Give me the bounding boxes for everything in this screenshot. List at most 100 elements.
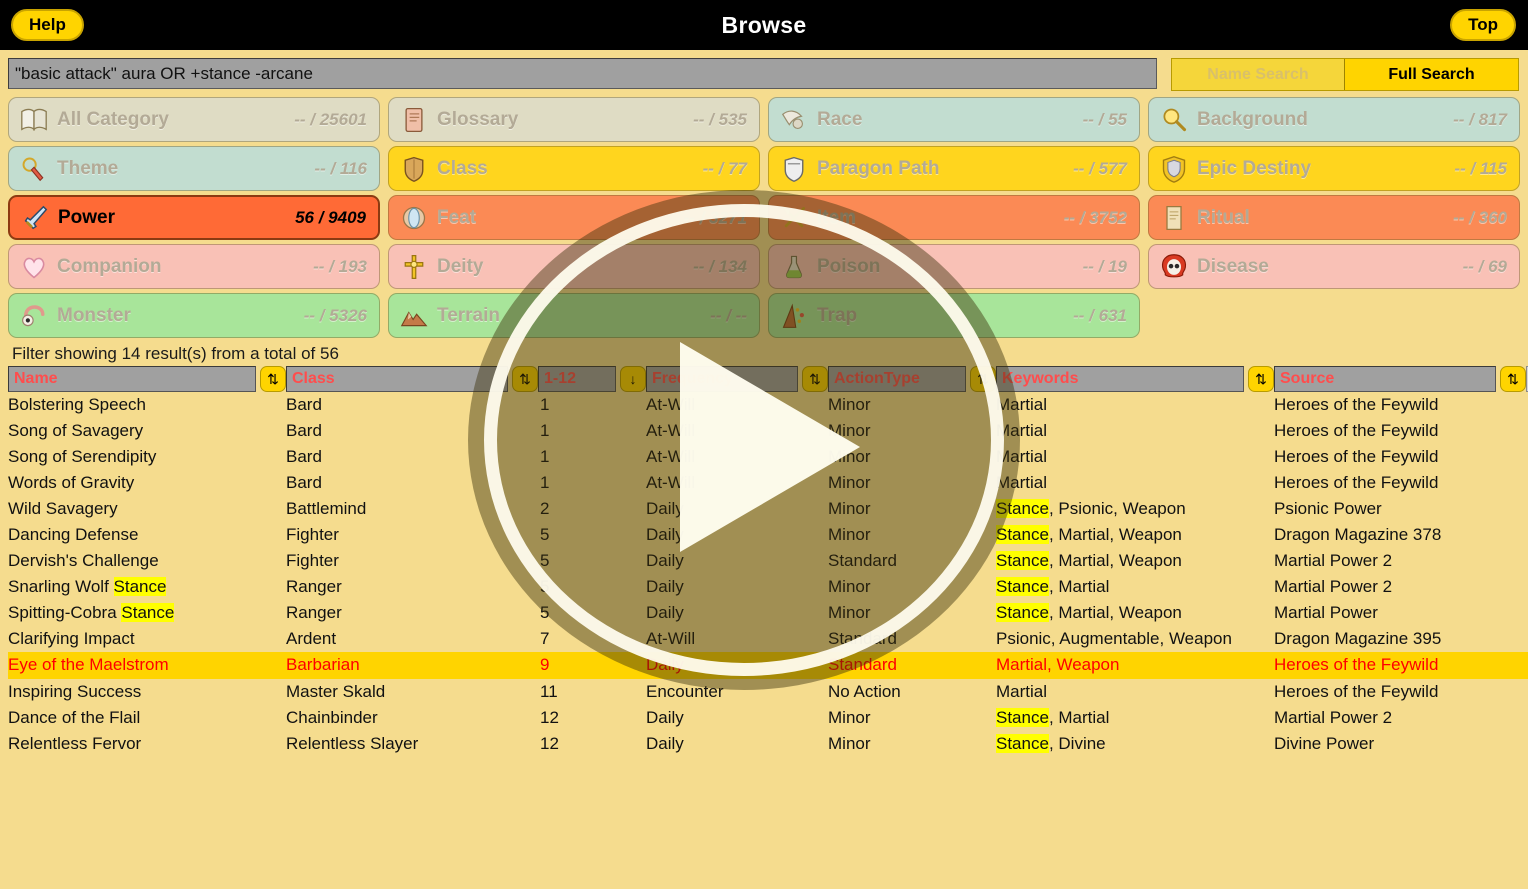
cell-gap	[618, 444, 646, 470]
category-label: Companion	[57, 255, 162, 277]
table-row[interactable]: Song of Serendipity Bard 1 At-Will Minor Mart…	[8, 444, 1528, 470]
search-mode-buttons: Name Search Full Search	[1171, 58, 1519, 91]
cell-gap	[1246, 522, 1274, 548]
cell-gap	[258, 600, 286, 626]
category-label: Poison	[817, 255, 881, 277]
table-row[interactable]: Clarifying Impact Ardent 7 At-Will Standard P…	[8, 626, 1528, 652]
sort-cell-keywords: ⇅	[1246, 366, 1274, 392]
table-row[interactable]: Relentless Fervor Relentless Slayer 12 Dail…	[8, 731, 1528, 757]
top-button[interactable]: Top	[1450, 9, 1516, 41]
category-tile-class[interactable]: Class -- / 77	[388, 146, 760, 191]
cell-gap	[800, 444, 828, 470]
full-search-label: Full Search	[1388, 65, 1475, 83]
cell-gap	[968, 626, 996, 652]
cell-gap	[1246, 600, 1274, 626]
cell-actiontype: Minor	[828, 473, 871, 493]
cell-keywords: Martial, Weapon	[996, 652, 1246, 679]
sort-updown-icon-actiontype[interactable]: ⇅	[970, 366, 996, 392]
filter-input-frequency[interactable]: Frequency	[646, 366, 798, 392]
table-row[interactable]: Eye of the Maelstrom Barbarian 9 Daily Stand…	[8, 652, 1528, 679]
category-tile-poison[interactable]: Poison -- / 19	[768, 244, 1140, 289]
table-row[interactable]: Spitting-Cobra Stance Ranger 5 Daily Minor St…	[8, 600, 1528, 626]
help-button[interactable]: Help	[11, 9, 84, 41]
category-tile-background[interactable]: Background -- / 817	[1148, 97, 1520, 142]
search-match: Stance	[996, 603, 1049, 623]
category-tile-all-category[interactable]: All Category -- / 25601	[8, 97, 380, 142]
sort-updown-icon-frequency[interactable]: ⇅	[802, 366, 828, 392]
table-row[interactable]: Inspiring Success Master Skald 11 Encounter…	[8, 679, 1528, 705]
sort-updown-icon-name[interactable]: ⇅	[260, 366, 286, 392]
cell-keywords: Stance, Martial, Weapon	[996, 551, 1182, 571]
filter-input-class[interactable]: Class	[286, 366, 508, 392]
category-tile-power[interactable]: Power 56 / 9409	[8, 195, 380, 240]
cell-name: Eye of the Maelstrom	[8, 652, 258, 679]
table-row[interactable]: Song of Savagery Bard 1 At-Will Minor Martial…	[8, 418, 1528, 444]
cell-gap	[968, 731, 996, 757]
table-row[interactable]: Dancing Defense Fighter 5 Daily Minor Stance,…	[8, 522, 1528, 548]
category-tile-trap[interactable]: Trap -- / 631	[768, 293, 1140, 338]
name-search-button[interactable]: Name Search	[1172, 59, 1345, 90]
category-tile-feat[interactable]: Feat -- / 3271	[388, 195, 760, 240]
sort-updown-icon-keywords[interactable]: ⇅	[1248, 366, 1274, 392]
category-tile-ritual[interactable]: Ritual -- / 360	[1148, 195, 1520, 240]
category-tile-monster[interactable]: Monster -- / 5326	[8, 293, 380, 338]
cell-gap	[258, 392, 286, 418]
cell-gap	[618, 470, 646, 496]
cell-class: Barbarian	[286, 652, 510, 679]
cell-level: 11	[540, 681, 558, 701]
cell-source: Heroes of the Feywild	[1274, 447, 1439, 467]
table-row[interactable]: Words of Gravity Bard 1 At-Will Minor Martial…	[8, 470, 1528, 496]
category-count: -- / 55	[1082, 109, 1127, 129]
table-row[interactable]: Wild Savagery Battlemind 2 Daily Minor Stance…	[8, 496, 1528, 522]
cell-name: Song of Savagery	[8, 421, 144, 441]
cell-gap	[618, 392, 646, 418]
cell-gap	[1498, 548, 1526, 574]
name-search-label: Name Search	[1207, 65, 1309, 83]
cell-keywords: Stance, Divine	[996, 733, 1106, 753]
cell-gap	[258, 418, 286, 444]
table-row[interactable]: Snarling Wolf Stance Ranger 5 Daily Minor Sta…	[8, 574, 1528, 600]
cell-actiontype: Standard	[828, 551, 897, 571]
category-label: Item	[817, 206, 857, 228]
sort-updown-icon-source[interactable]: ⇅	[1500, 366, 1526, 392]
cell-source: Heroes of the Feywild	[1274, 421, 1439, 441]
category-tile-race[interactable]: Race -- / 55	[768, 97, 1140, 142]
cell-gap	[968, 470, 996, 496]
search-input[interactable]	[8, 58, 1157, 89]
category-tile-item[interactable]: Item -- / 3752	[768, 195, 1140, 240]
cell-gap	[800, 548, 828, 574]
cell-keywords: Psionic, Augmentable, Weapon	[996, 629, 1232, 649]
category-tile-terrain[interactable]: Terrain -- / --	[388, 293, 760, 338]
filter-input-level[interactable]: 1-12	[538, 366, 616, 392]
table-row[interactable]: Dance of the Flail Chainbinder 12 Daily Mino…	[8, 705, 1528, 731]
cell-name: Dervish's Challenge	[8, 551, 159, 571]
category-tile-theme[interactable]: Theme -- / 116	[8, 146, 380, 191]
cell-gap	[1246, 548, 1274, 574]
table-row[interactable]: Bolstering Speech Bard 1 At-Will Minor Martia…	[8, 392, 1528, 418]
filter-input-source[interactable]: Source	[1274, 366, 1496, 392]
category-tile-epic-destiny[interactable]: Epic Destiny -- / 115	[1148, 146, 1520, 191]
column-filter-actiontype: ActionType	[828, 366, 968, 392]
category-tile-paragon-path[interactable]: Paragon Path -- / 577	[768, 146, 1140, 191]
sort-down-icon-level[interactable]: ↓	[620, 366, 646, 392]
sort-updown-icon-class[interactable]: ⇅	[512, 366, 538, 392]
cell-actiontype: Minor	[828, 707, 871, 727]
cell-class: Bard	[286, 473, 322, 493]
filter-input-name[interactable]: Name	[8, 366, 256, 392]
category-tile-deity[interactable]: Deity -- / 134	[388, 244, 760, 289]
full-search-button[interactable]: Full Search	[1345, 59, 1518, 90]
cell-keywords: Martial	[996, 681, 1048, 701]
cell-level: 5	[540, 603, 550, 623]
sort-cell-frequency: ⇅	[800, 366, 828, 392]
cell-actiontype: Minor	[828, 525, 871, 545]
cell-gap	[1246, 444, 1274, 470]
category-tile-glossary[interactable]: Glossary -- / 535	[388, 97, 760, 142]
cell-frequency: Daily	[646, 525, 684, 545]
filter-input-keywords[interactable]: Keywords	[996, 366, 1244, 392]
cell-gap	[510, 574, 538, 600]
category-tile-companion[interactable]: Companion -- / 193	[8, 244, 380, 289]
table-row[interactable]: Dervish's Challenge Fighter 5 Daily Standard…	[8, 548, 1528, 574]
skull-icon	[1157, 250, 1191, 284]
category-tile-disease[interactable]: Disease -- / 69	[1148, 244, 1520, 289]
filter-input-actiontype[interactable]: ActionType	[828, 366, 966, 392]
